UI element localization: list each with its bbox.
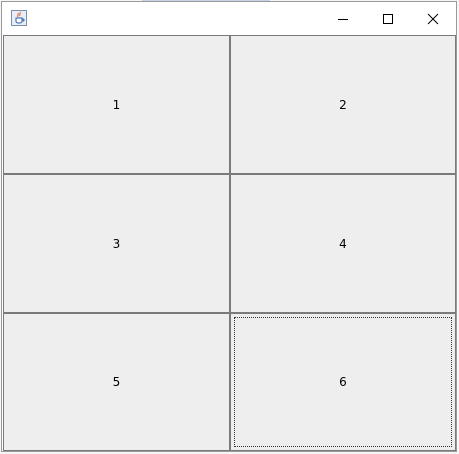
close-icon	[427, 13, 438, 24]
button-3[interactable]: 3	[3, 174, 230, 313]
app-window: 1 2 3 4 5 6	[1, 1, 457, 452]
button-label: 6	[339, 375, 347, 389]
maximize-button[interactable]	[365, 2, 410, 35]
minimize-icon	[337, 18, 348, 20]
button-label: 2	[339, 97, 347, 112]
button-6[interactable]: 6	[230, 313, 456, 451]
java-coffee-icon	[11, 10, 27, 26]
button-label: 3	[112, 236, 121, 251]
grid-panel: 1 2 3 4 5 6	[3, 35, 456, 451]
title-bar[interactable]	[2, 2, 456, 35]
button-label: 5	[112, 375, 121, 389]
button-1[interactable]: 1	[3, 35, 230, 174]
minimize-button[interactable]	[320, 2, 365, 35]
close-button[interactable]	[410, 2, 455, 35]
button-label: 4	[339, 236, 347, 251]
maximize-icon	[382, 13, 393, 24]
button-4[interactable]: 4	[230, 174, 456, 313]
button-5[interactable]: 5	[3, 313, 230, 451]
button-label: 1	[112, 97, 121, 112]
button-2[interactable]: 2	[230, 35, 456, 174]
